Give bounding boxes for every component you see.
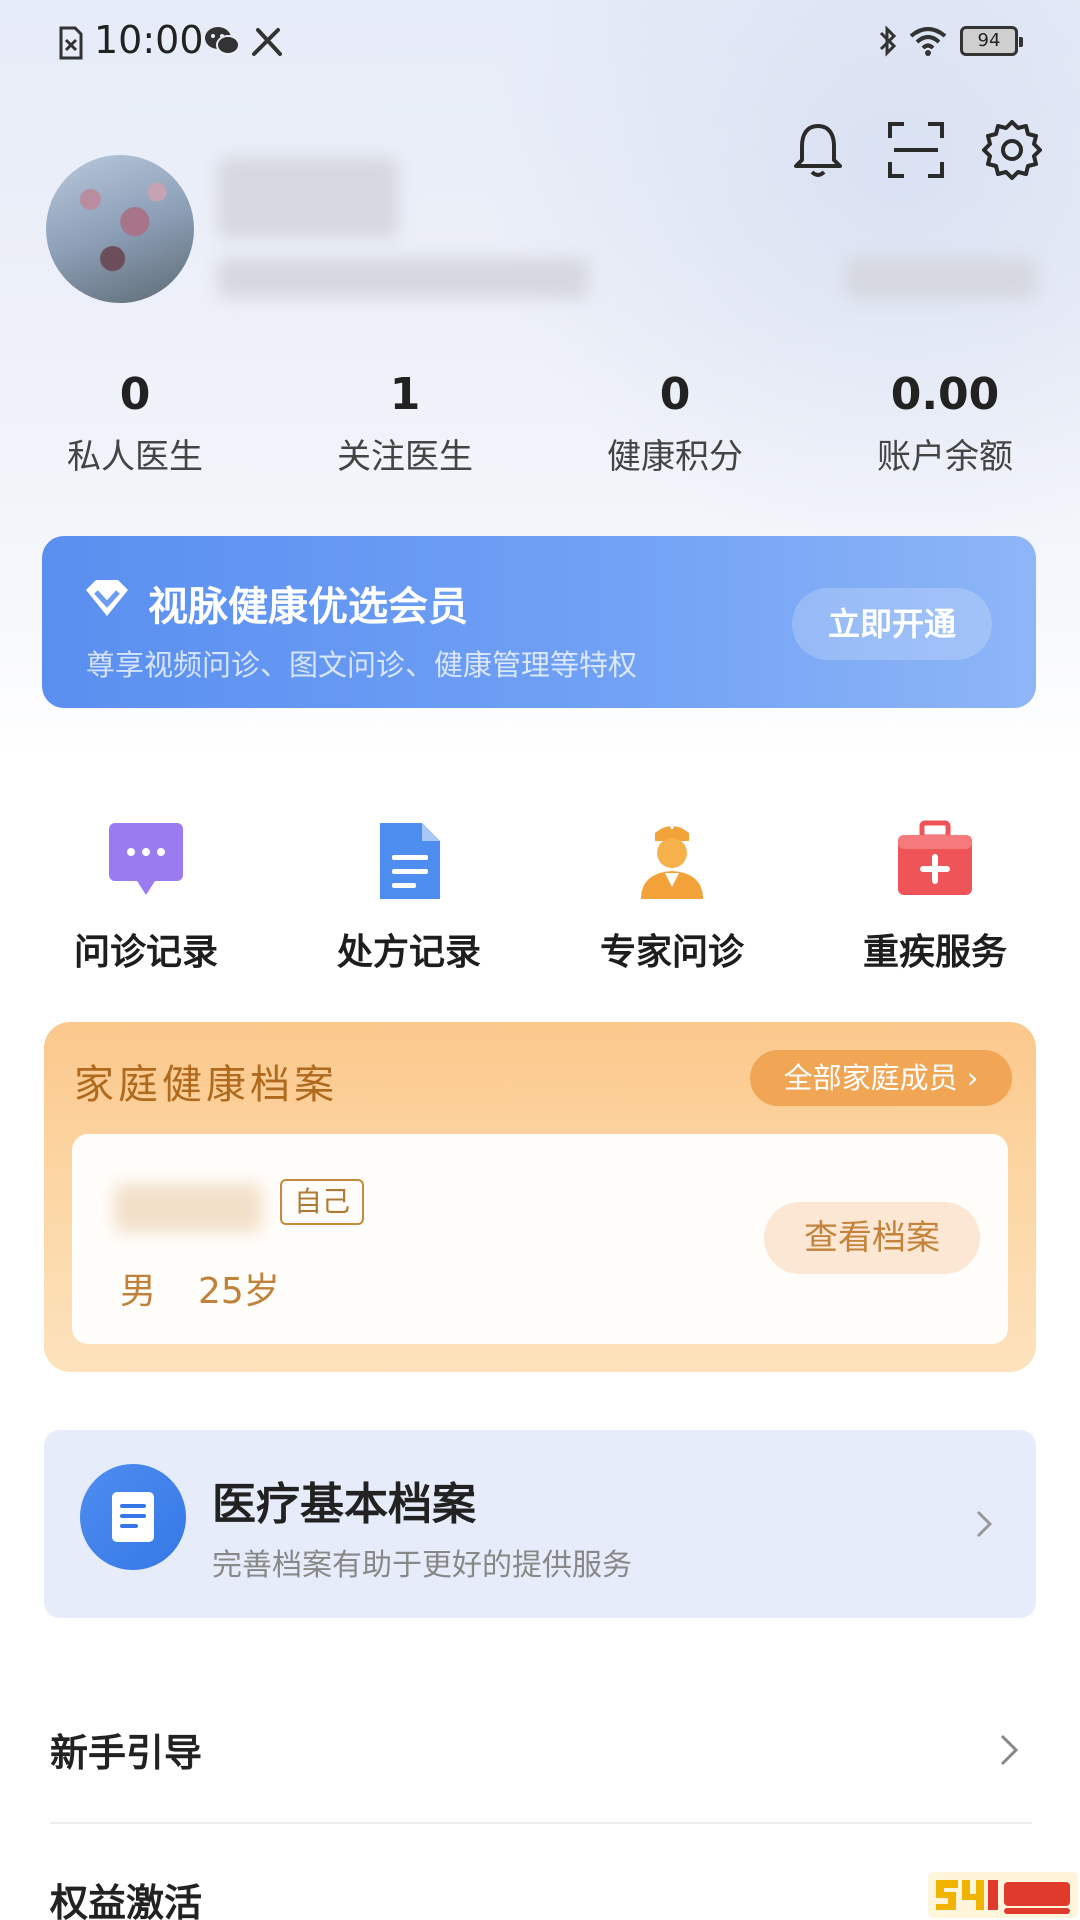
user-phone-redacted bbox=[218, 258, 588, 298]
member-name-redacted bbox=[114, 1184, 262, 1232]
list-item-beginner-guide[interactable]: 新手引导 bbox=[50, 1690, 1032, 1810]
status-time: 10:00 bbox=[94, 18, 204, 62]
member-gender: 男 bbox=[120, 1271, 157, 1312]
wechat-icon bbox=[205, 27, 240, 55]
chevron-right-icon bbox=[1000, 1734, 1019, 1766]
list-divider bbox=[50, 1822, 1032, 1824]
stat-value: 1 bbox=[389, 369, 421, 420]
list-item-benefit-activation[interactable]: 权益激活 bbox=[50, 1840, 1032, 1920]
scan-icon[interactable] bbox=[884, 118, 948, 182]
expert-consultation[interactable]: 专家问诊 bbox=[572, 815, 772, 975]
wifi-icon bbox=[909, 27, 947, 56]
tools-icon bbox=[252, 28, 282, 56]
avatar[interactable] bbox=[46, 155, 194, 303]
family-health-card: 家庭健康档案 全部家庭成员 › 自己 男 25岁 查看档案 bbox=[44, 1022, 1036, 1372]
stat-followed-doctor[interactable]: 1 关注医生 bbox=[305, 365, 505, 478]
stat-private-doctor[interactable]: 0 私人医生 bbox=[35, 365, 235, 478]
self-badge: 自己 bbox=[280, 1179, 364, 1225]
chat-bubble-icon bbox=[109, 823, 183, 895]
open-membership-button[interactable]: 立即开通 bbox=[792, 588, 992, 660]
list-label: 权益激活 bbox=[50, 1881, 203, 1920]
user-name-redacted bbox=[218, 158, 398, 238]
prescription-records[interactable]: 处方记录 bbox=[309, 815, 509, 975]
diamond-icon bbox=[86, 580, 128, 616]
qa-label: 专家问诊 bbox=[599, 932, 744, 973]
stat-account-balance[interactable]: 0.00 账户余额 bbox=[845, 365, 1045, 478]
medical-record-icon bbox=[80, 1464, 186, 1570]
stat-value: 0 bbox=[659, 369, 691, 420]
bluetooth-icon bbox=[879, 25, 897, 57]
stat-label: 关注医生 bbox=[337, 437, 473, 477]
document-icon bbox=[380, 823, 440, 899]
family-title: 家庭健康档案 bbox=[74, 1062, 338, 1108]
bell-icon[interactable] bbox=[786, 118, 850, 182]
watermark-logo bbox=[928, 1872, 1078, 1918]
stat-value: 0 bbox=[119, 369, 151, 420]
critical-illness-service[interactable]: 重疾服务 bbox=[835, 815, 1035, 975]
user-region-redacted bbox=[846, 258, 1036, 298]
view-file-button[interactable]: 查看档案 bbox=[764, 1202, 980, 1274]
settings-icon[interactable] bbox=[980, 118, 1044, 182]
member-subtitle: 尊享视频问诊、图文问诊、健康管理等特权 bbox=[86, 648, 638, 682]
medical-basic-record[interactable]: 医疗基本档案 完善档案有助于更好的提供服务 bbox=[44, 1430, 1036, 1618]
member-age: 25岁 bbox=[198, 1271, 280, 1312]
battery-icon: 94 bbox=[960, 26, 1023, 56]
qa-label: 处方记录 bbox=[336, 932, 481, 973]
stat-label: 健康积分 bbox=[607, 437, 743, 477]
stat-label: 账户余额 bbox=[877, 437, 1013, 477]
member-title: 视脉健康优选会员 bbox=[148, 584, 468, 630]
qa-label: 重疾服务 bbox=[862, 932, 1007, 973]
stat-health-points[interactable]: 0 健康积分 bbox=[575, 365, 775, 478]
member-banner[interactable]: 视脉健康优选会员 尊享视频问诊、图文问诊、健康管理等特权 立即开通 bbox=[42, 536, 1036, 708]
all-family-members-button[interactable]: 全部家庭成员 › bbox=[750, 1050, 1012, 1106]
qa-label: 问诊记录 bbox=[73, 932, 218, 973]
status-bar: 10:00 94 bbox=[0, 0, 1080, 84]
consultation-records[interactable]: 问诊记录 bbox=[46, 815, 246, 975]
chevron-right-icon bbox=[976, 1510, 993, 1538]
nurse-icon bbox=[641, 823, 703, 899]
medical-subtitle: 完善档案有助于更好的提供服务 bbox=[212, 1548, 632, 1583]
medical-title: 医疗基本档案 bbox=[212, 1479, 476, 1530]
stat-label: 私人医生 bbox=[67, 437, 203, 477]
medical-kit-icon bbox=[898, 820, 972, 895]
list-label: 新手引导 bbox=[50, 1731, 203, 1775]
stat-value: 0.00 bbox=[890, 369, 1000, 420]
sim-off-icon bbox=[59, 26, 83, 60]
family-member-card[interactable]: 自己 男 25岁 查看档案 bbox=[72, 1134, 1008, 1344]
